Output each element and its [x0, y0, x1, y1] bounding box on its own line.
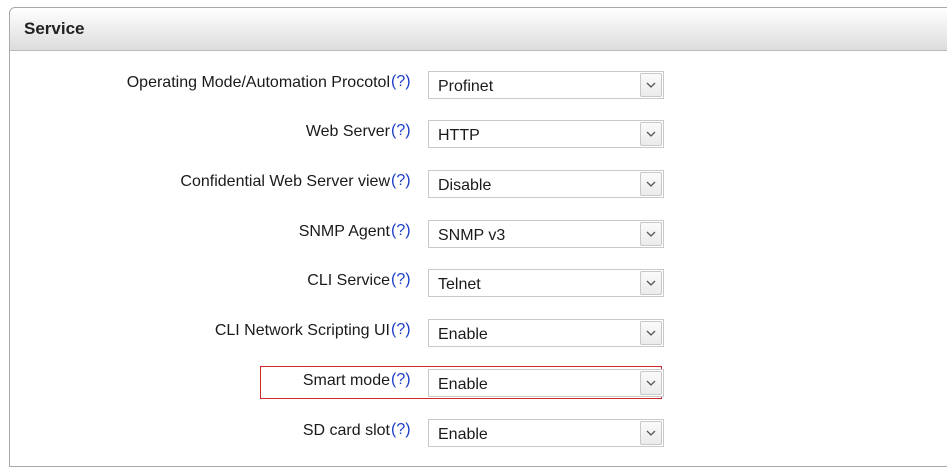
- operating-mode-select[interactable]: Profinet: [428, 71, 664, 99]
- select-value: Enable: [438, 326, 488, 343]
- panel-title: Service: [24, 19, 85, 38]
- setting-label: CLI Service: [307, 272, 390, 289]
- setting-row-smart-mode: Smart mode (?) Enable: [10, 366, 710, 402]
- setting-label: Confidential Web Server view: [180, 173, 390, 190]
- setting-row-sd-card-slot: SD card slot (?) Enable: [10, 416, 710, 452]
- smart-mode-select[interactable]: Enable: [428, 369, 664, 397]
- setting-label: CLI Network Scripting UI: [214, 322, 390, 339]
- help-link[interactable]: (?): [391, 172, 411, 190]
- setting-label: Operating Mode/Automation Procotol: [126, 74, 390, 91]
- help-link[interactable]: (?): [391, 271, 411, 289]
- cli-service-select[interactable]: Telnet: [428, 269, 664, 297]
- help-link[interactable]: (?): [391, 222, 411, 240]
- help-link[interactable]: (?): [391, 421, 411, 439]
- setting-label: SD card slot: [302, 422, 390, 439]
- setting-row-cli-network-scripting-ui: CLI Network Scripting UI (?) Enable: [10, 316, 710, 352]
- chevron-down-icon[interactable]: [640, 122, 662, 146]
- select-value: Enable: [438, 426, 488, 443]
- panel-header: Service: [10, 8, 947, 51]
- confidential-web-server-view-select[interactable]: Disable: [428, 170, 664, 198]
- chevron-down-icon[interactable]: [640, 172, 662, 196]
- setting-label: Smart mode: [302, 372, 390, 389]
- chevron-down-icon[interactable]: [640, 421, 662, 445]
- select-value: Enable: [438, 376, 488, 393]
- cli-network-scripting-ui-select[interactable]: Enable: [428, 319, 664, 347]
- select-value: Telnet: [438, 276, 481, 293]
- chevron-down-icon[interactable]: [640, 321, 662, 345]
- snmp-agent-select[interactable]: SNMP v3: [428, 220, 664, 248]
- setting-row-operating-mode: Operating Mode/Automation Procotol (?) P…: [10, 68, 710, 104]
- setting-row-cli-service: CLI Service (?) Telnet: [10, 266, 710, 302]
- help-link[interactable]: (?): [391, 321, 411, 339]
- select-value: Disable: [438, 177, 492, 194]
- help-link[interactable]: (?): [391, 122, 411, 140]
- setting-row-confidential-web-server-view: Confidential Web Server view (?) Disable: [10, 167, 710, 203]
- help-link[interactable]: (?): [391, 371, 411, 389]
- web-server-select[interactable]: HTTP: [428, 120, 664, 148]
- chevron-down-icon[interactable]: [640, 271, 662, 295]
- select-value: SNMP v3: [438, 227, 506, 244]
- select-value: Profinet: [438, 78, 494, 95]
- setting-label: SNMP Agent: [298, 223, 390, 240]
- select-value: HTTP: [438, 127, 480, 144]
- setting-row-web-server: Web Server (?) HTTP: [10, 117, 710, 153]
- chevron-down-icon[interactable]: [640, 73, 662, 97]
- setting-row-snmp-agent: SNMP Agent (?) SNMP v3: [10, 217, 710, 253]
- help-link[interactable]: (?): [391, 73, 411, 91]
- setting-label: Web Server: [305, 123, 390, 140]
- service-panel: Service Operating Mode/Automation Procot…: [9, 7, 947, 467]
- chevron-down-icon[interactable]: [640, 222, 662, 246]
- chevron-down-icon[interactable]: [640, 371, 662, 395]
- sd-card-slot-select[interactable]: Enable: [428, 419, 664, 447]
